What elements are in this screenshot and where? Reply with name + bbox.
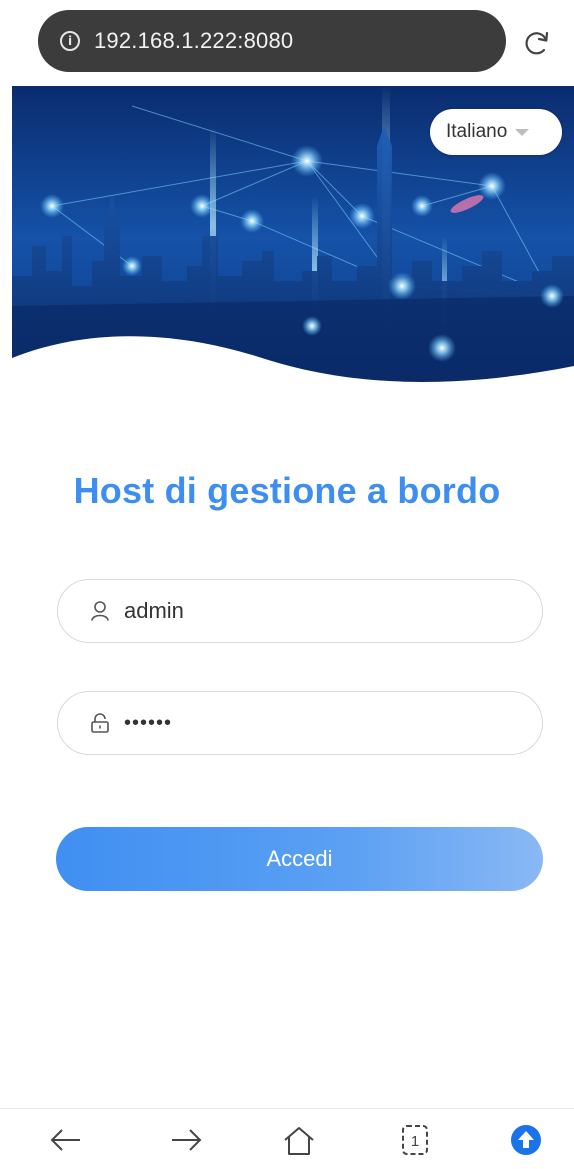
language-selected: Italiano xyxy=(446,121,508,142)
browser-top-bar: i 192.168.1.222:8080 xyxy=(0,0,574,84)
forward-button[interactable] xyxy=(156,1109,216,1169)
reload-button[interactable] xyxy=(518,24,556,62)
username-field[interactable] xyxy=(57,579,543,643)
browser-toolbar: 1 xyxy=(0,1108,574,1169)
lock-icon xyxy=(88,711,112,735)
upload-icon xyxy=(511,1124,541,1155)
user-icon xyxy=(88,599,112,623)
address-url[interactable]: 192.168.1.222:8080 xyxy=(94,28,293,54)
chevron-down-icon xyxy=(515,128,530,136)
language-select[interactable]: Italiano xyxy=(430,109,562,155)
home-icon xyxy=(284,1126,314,1155)
upload-button[interactable] xyxy=(496,1109,556,1169)
page-title: Host di gestione a bordo xyxy=(73,470,501,511)
forward-arrow-icon xyxy=(172,1128,202,1151)
info-icon[interactable]: i xyxy=(60,31,80,51)
back-arrow-icon xyxy=(50,1128,80,1151)
password-input[interactable] xyxy=(124,711,504,735)
tabs-icon: 1 xyxy=(402,1124,428,1155)
login-button[interactable]: Accedi xyxy=(56,827,543,891)
username-input[interactable] xyxy=(124,598,504,624)
back-button[interactable] xyxy=(36,1109,96,1169)
tab-count: 1 xyxy=(411,1133,419,1150)
password-field[interactable] xyxy=(57,691,543,755)
tabs-button[interactable]: 1 xyxy=(385,1109,445,1169)
home-button[interactable] xyxy=(269,1109,329,1169)
address-bar[interactable]: i 192.168.1.222:8080 xyxy=(38,10,506,72)
page: i 192.168.1.222:8080 Italiano Host di ge… xyxy=(0,0,574,1169)
reload-icon xyxy=(525,31,549,55)
